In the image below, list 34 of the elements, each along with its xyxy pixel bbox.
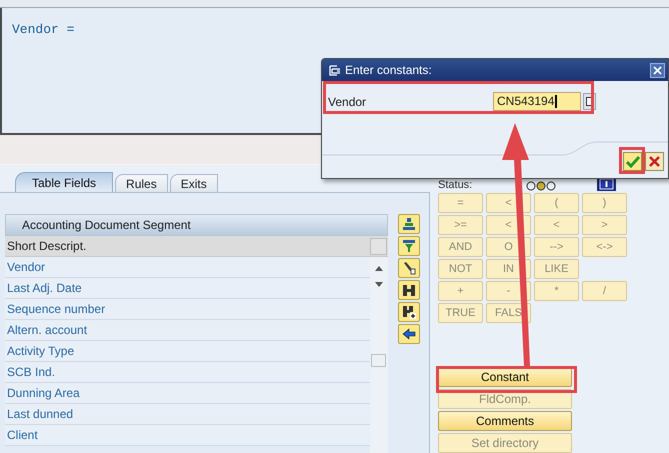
table-cell[interactable]: Altern. account: [5, 320, 370, 341]
filter-icon[interactable]: [398, 236, 420, 256]
tab[interactable]: Table Fields: [15, 172, 114, 192]
table-cell[interactable]: Dunning Area: [5, 383, 370, 404]
close-icon: [653, 66, 662, 74]
scrollbar[interactable]: [370, 257, 388, 453]
formula-text: Vendor =: [12, 21, 74, 39]
table-title: Accounting Document Segment: [5, 214, 388, 236]
cancel-icon: [649, 156, 660, 167]
table-cell[interactable]: Last dunned: [5, 404, 370, 425]
table-cell[interactable]: SCB Ind.: [5, 362, 370, 383]
tab[interactable]: Exits: [170, 174, 218, 192]
constant-input[interactable]: CN543194: [493, 92, 581, 111]
check-icon: [626, 156, 640, 168]
dialog-icon: [329, 64, 341, 76]
action-button[interactable]: Comments: [438, 411, 572, 431]
scroll-thumb[interactable]: [371, 354, 386, 367]
table-cell[interactable]: Vendor: [5, 257, 370, 278]
insert-icon[interactable]: [398, 214, 420, 234]
field-label: Vendor: [328, 94, 368, 110]
close-button[interactable]: [650, 62, 665, 78]
scroll-down-icon[interactable]: [375, 282, 383, 287]
confirm-button[interactable]: [623, 152, 642, 171]
highlight-frame: [619, 147, 645, 174]
table-cell[interactable]: Last Adj. Date: [5, 278, 370, 299]
status-label: Status:: [438, 180, 474, 191]
tab[interactable]: Rules: [115, 174, 168, 192]
table-cell[interactable]: Client: [5, 425, 370, 446]
scroll-up-icon[interactable]: [375, 266, 383, 271]
table-cell[interactable]: Activity Type: [5, 341, 370, 362]
dialog-title: Enter constants:: [345, 62, 432, 79]
table-cell[interactable]: Sequence number: [5, 299, 370, 320]
cancel-button[interactable]: [645, 152, 664, 171]
traffic-light-icon: [526, 181, 556, 191]
